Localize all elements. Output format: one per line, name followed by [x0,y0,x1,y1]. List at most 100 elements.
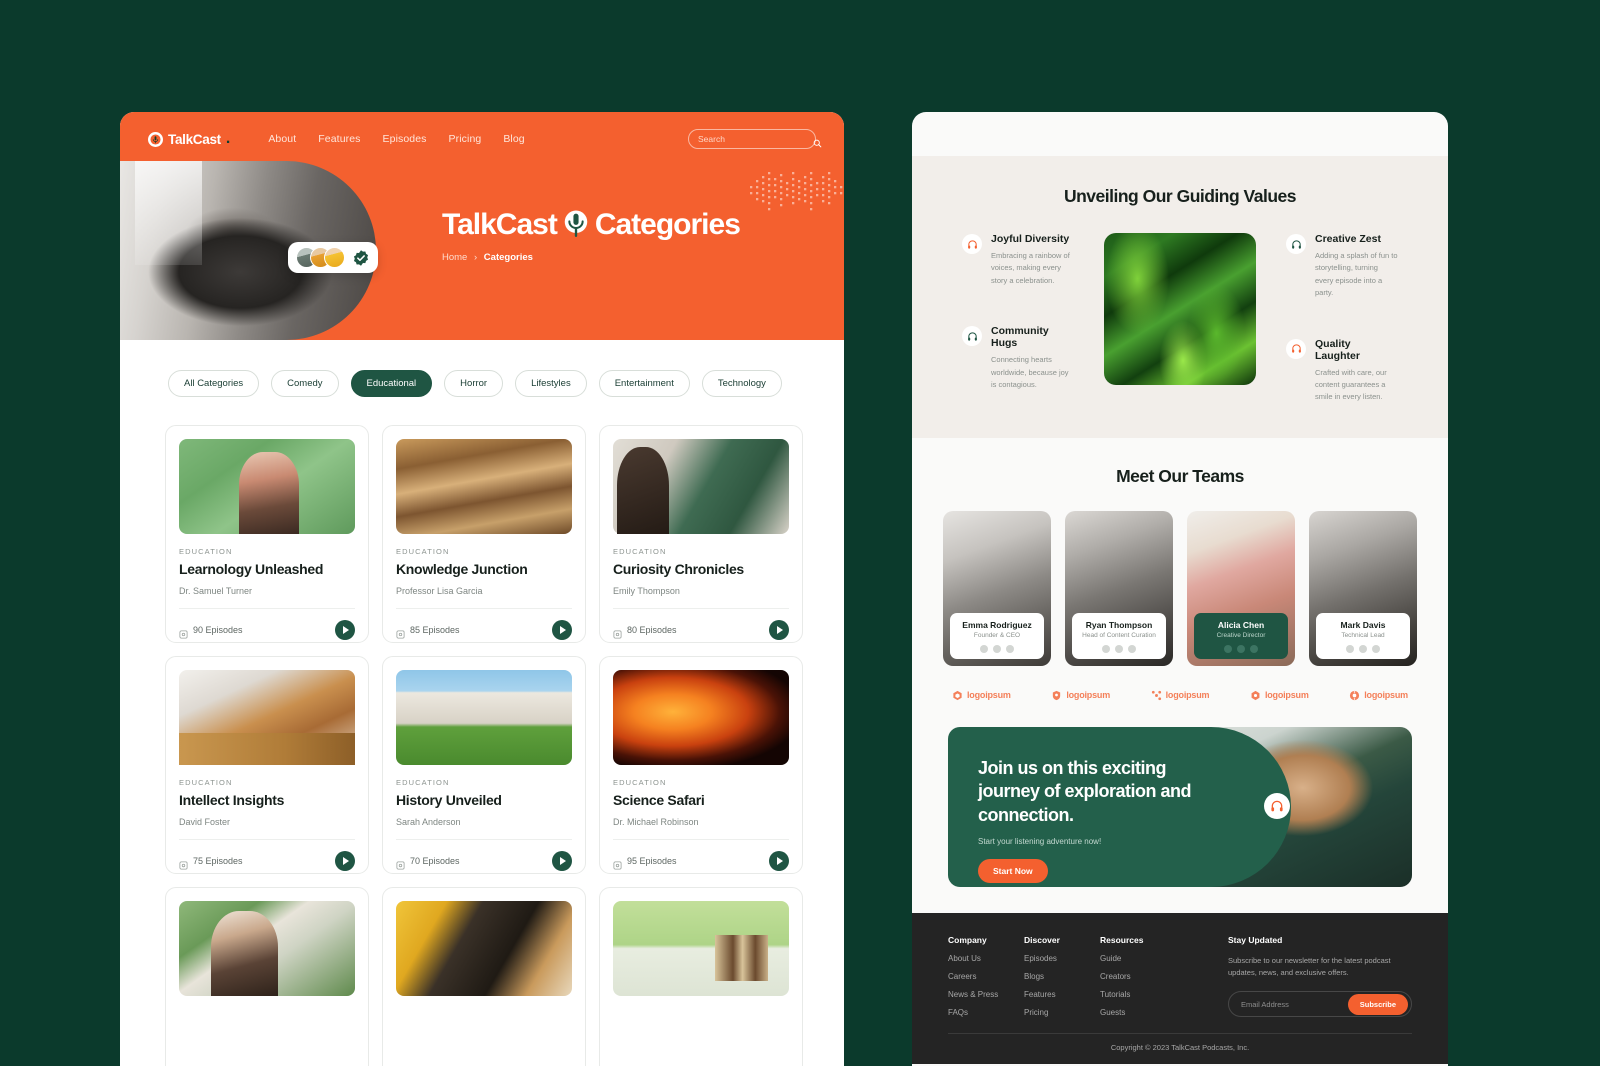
team-card[interactable]: Ryan Thompson Head of Content Curation [1065,510,1173,666]
breadcrumb-separator: › [473,252,478,263]
cta-body: Join us on this exciting journey of expl… [978,757,1228,883]
social-icon[interactable] [1346,644,1354,653]
logo[interactable]: TalkCast . [148,131,230,147]
screenshot-stage: TalkCast . About Features Episodes Prici… [0,0,1600,1066]
start-now-button[interactable]: Start Now [978,858,1048,883]
value-heading: Creative Zest [1315,233,1381,245]
email-input[interactable] [1241,999,1348,1009]
headphones-icon [962,326,982,347]
podcast-card[interactable] [382,887,586,1066]
hero-text: TalkCast Categories Home › Categories [442,208,741,263]
values-column-right: Creative Zest Adding a splash of fun to … [1286,233,1398,404]
filter-chip-comedy[interactable]: Comedy [271,370,339,397]
podcast-card[interactable]: EDUCATION Knowledge Junction Professor L… [382,425,586,643]
episodes-count: 80 Episodes [627,625,677,635]
team-row: Emma Rodriguez Founder & CEO Ryan Thomps… [912,510,1448,666]
breadcrumb-home[interactable]: Home [442,252,467,263]
social-icon[interactable] [1115,644,1123,653]
podcast-category: EDUCATION [179,778,233,787]
podcast-category: EDUCATION [396,547,450,556]
social-icon[interactable] [1006,644,1014,653]
podcast-card[interactable]: EDUCATION History Unveiled Sarah Anderso… [382,656,586,874]
podcast-card-footer: 95 Episodes [613,839,789,871]
podcast-title: Knowledge Junction [396,561,528,577]
footer-link[interactable]: Guests [1100,1008,1176,1017]
play-button[interactable] [335,620,355,640]
social-icon[interactable] [993,644,1001,653]
social-icon[interactable] [1359,644,1367,653]
social-icon[interactable] [1237,644,1245,653]
podcast-cover-image [396,670,572,765]
episodes-count: 90 Episodes [193,625,243,635]
podcast-card[interactable] [599,887,803,1066]
newsletter-section: Stay Updated Subscribe to our newsletter… [1228,935,1412,1018]
newsletter-heading: Stay Updated [1228,934,1283,945]
episodes-icon [179,626,188,638]
play-button[interactable] [335,851,355,871]
value-heading: Community Hugs [991,325,1049,350]
nav-item-about[interactable]: About [268,133,296,145]
cta-banner: Join us on this exciting journey of expl… [948,726,1412,887]
cube-logo-icon [953,690,962,700]
filter-chip-educational[interactable]: Educational [350,370,433,397]
play-button[interactable] [769,851,789,871]
team-card[interactable]: Emma Rodriguez Founder & CEO [943,510,1051,666]
footer-link[interactable]: Creators [1100,972,1176,981]
filter-chip-technology[interactable]: Technology [701,370,782,397]
social-links [955,644,1039,653]
footer-link[interactable]: About Us [948,954,1024,963]
play-button[interactable] [552,851,572,871]
values-artwork-image [1104,233,1256,385]
footer-link[interactable]: Tutorials [1100,990,1176,999]
team-section-title: Meet Our Teams [1116,465,1244,486]
social-icon[interactable] [980,644,988,653]
search-box[interactable] [688,129,822,149]
footer-link[interactable]: Guide [1100,954,1176,963]
social-icon[interactable] [1102,644,1110,653]
filter-chip-all-categories[interactable]: All Categories [168,370,260,397]
podcast-card[interactable]: EDUCATION Intellect Insights David Foste… [165,656,369,874]
podcast-card[interactable] [165,887,369,1066]
page-title-part2: Categories [594,208,741,241]
team-card[interactable]: Alicia Chen Creative Director [1187,510,1295,666]
team-member-info: Alicia Chen Creative Director [1194,612,1288,659]
social-icon[interactable] [1224,644,1232,653]
team-member-role: Technical Lead [1341,631,1385,639]
footer-link[interactable]: Features [1024,990,1100,999]
social-icon[interactable] [1128,644,1136,653]
podcast-title: History Unveiled [396,792,502,808]
footer-link[interactable]: Careers [948,972,1024,981]
waveform-dots-decoration [748,168,844,214]
nav-item-episodes[interactable]: Episodes [383,133,427,145]
value-heading: Quality Laughter [1315,337,1360,362]
search-icon [813,135,822,147]
filter-chip-entertainment[interactable]: Entertainment [598,370,690,397]
footer-link[interactable]: Episodes [1024,954,1100,963]
nav-item-features[interactable]: Features [318,133,360,145]
episodes-count: 85 Episodes [410,625,460,635]
play-button[interactable] [769,620,789,640]
social-icon[interactable] [1372,644,1380,653]
partner-logo: logoipsum [1250,690,1309,701]
nav-links: About Features Episodes Pricing Blog [268,133,524,145]
newsletter-text: Subscribe to our newsletter for the late… [1228,955,1391,978]
podcast-cover-image [396,901,572,996]
footer-link[interactable]: News & Press [948,990,1024,999]
footer-link[interactable]: Pricing [1024,1008,1100,1017]
team-card[interactable]: Mark Davis Technical Lead [1309,510,1417,666]
play-button[interactable] [552,620,572,640]
search-input[interactable] [698,134,809,144]
nav-item-blog[interactable]: Blog [503,133,524,145]
filter-chip-lifestyles[interactable]: Lifestyles [515,370,587,397]
nav-item-pricing[interactable]: Pricing [449,133,482,145]
podcast-card[interactable]: EDUCATION Learnology Unleashed Dr. Samue… [165,425,369,643]
podcast-card[interactable]: EDUCATION Science Safari Dr. Michael Rob… [599,656,803,874]
episodes-icon [396,626,405,638]
subscribe-button[interactable]: Subscribe [1347,993,1408,1015]
filter-chip-horror[interactable]: Horror [444,370,504,397]
podcast-card[interactable]: EDUCATION Curiosity Chronicles Emily Tho… [599,425,803,643]
footer-link[interactable]: FAQs [948,1008,1024,1017]
footer-link[interactable]: Blogs [1024,972,1100,981]
episodes-icon [396,857,405,869]
social-icon[interactable] [1250,644,1258,653]
